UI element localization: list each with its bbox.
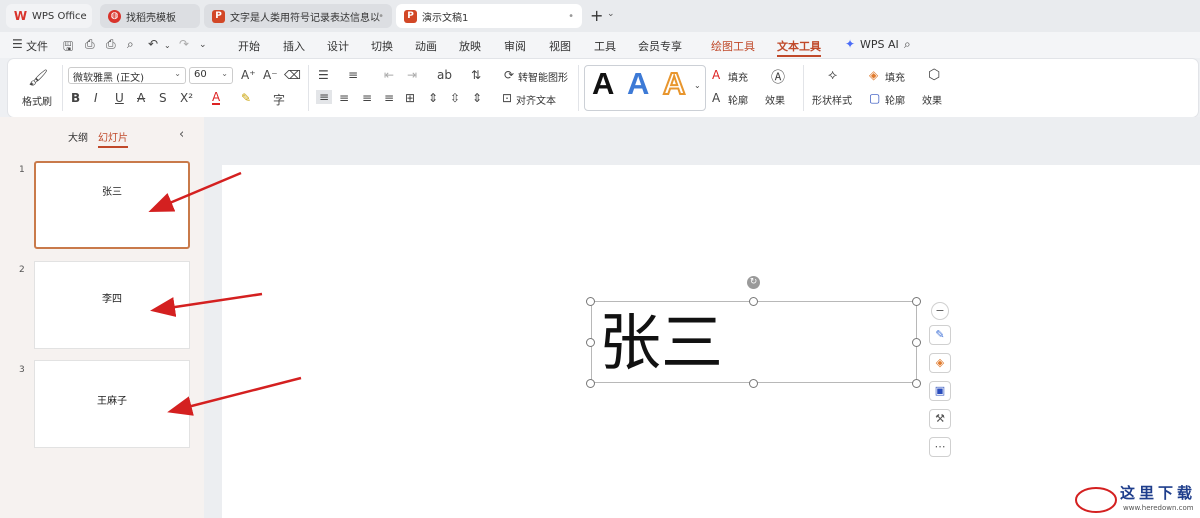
annotation-arrows — [148, 171, 1117, 513]
red-arrow-1 — [148, 171, 242, 212]
watermark-url: www.heredown.com — [1123, 504, 1194, 512]
watermark-text: 这里下载 — [1120, 484, 1197, 502]
watermark-logo-icon — [1075, 487, 1117, 513]
red-arrow-2 — [150, 292, 263, 317]
red-arrow-3 — [167, 376, 302, 416]
